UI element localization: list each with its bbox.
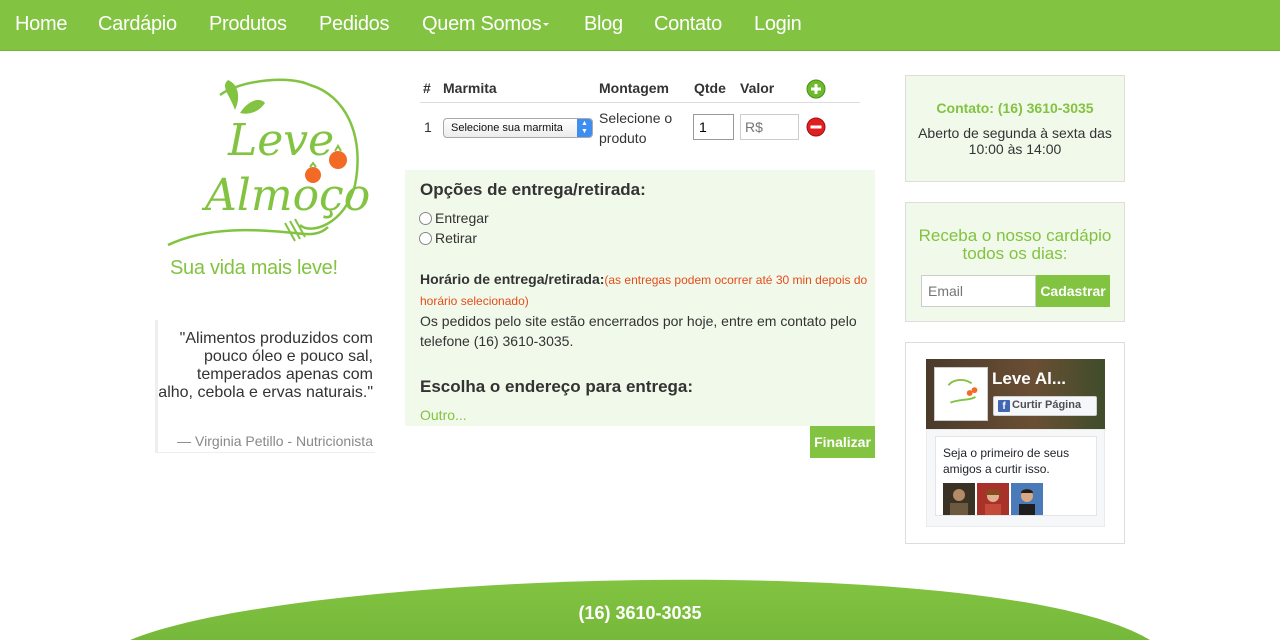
nav-quem-somos[interactable]: Quem Somos bbox=[422, 13, 550, 36]
nutritionist-quote: "Alimentos produzidos com pouco óleo e p… bbox=[155, 320, 375, 453]
facebook-like-label: Curtir Página bbox=[1012, 399, 1082, 411]
opening-hours: Aberto de segunda à sexta das 10:00 às 1… bbox=[918, 125, 1112, 157]
footer-wave bbox=[130, 579, 1150, 640]
facebook-cover[interactable]: Leve Al... f Curtir Página bbox=[926, 359, 1105, 429]
radio-entregar[interactable]: Entregar bbox=[419, 210, 489, 226]
newsletter-title: Receba o nosso cardápio todos os dias: bbox=[918, 226, 1112, 263]
nav-login[interactable]: Login bbox=[754, 13, 802, 36]
nav-produtos[interactable]: Produtos bbox=[209, 13, 287, 36]
col-header-montagem: Montagem bbox=[599, 80, 669, 96]
select-arrows-icon: ▲ ▼ bbox=[577, 119, 592, 137]
marmita-select[interactable]: Selecione sua marmita ▲ ▼ bbox=[443, 118, 593, 138]
nav-blog[interactable]: Blog bbox=[584, 13, 623, 36]
col-header-num: # bbox=[423, 80, 431, 96]
table-header-divider bbox=[420, 102, 860, 103]
facebook-friends-card: Seja o primeiro de seus amigos a curtir … bbox=[935, 436, 1097, 516]
marmita-select-value: Selecione sua marmita bbox=[451, 122, 563, 134]
email-input[interactable] bbox=[921, 275, 1036, 307]
quantity-input[interactable] bbox=[693, 114, 734, 140]
delivery-options-title: Opções de entrega/retirada: bbox=[420, 180, 646, 199]
orders-closed-message: Os pedidos pelo site estão encerrados po… bbox=[420, 313, 857, 349]
radio-button[interactable] bbox=[419, 212, 432, 225]
subscribe-button[interactable]: Cadastrar bbox=[1036, 275, 1110, 307]
contact-box: Contato: (16) 3610-3035 Aberto de segund… bbox=[905, 75, 1125, 182]
facebook-page-thumbnail[interactable] bbox=[934, 367, 988, 421]
row-number: 1 bbox=[424, 119, 432, 135]
schedule-label: Horário de entrega/retirada: bbox=[420, 271, 605, 287]
facebook-like-button[interactable]: f Curtir Página bbox=[993, 396, 1097, 416]
nav-cardapio[interactable]: Cardápio bbox=[98, 13, 177, 36]
quote-text: "Alimentos produzidos com pouco óleo e p… bbox=[158, 330, 373, 401]
friend-avatar[interactable] bbox=[1011, 483, 1043, 515]
newsletter-box: Receba o nosso cardápio todos os dias: C… bbox=[905, 202, 1125, 322]
logo-text-almoco: Almoço bbox=[201, 170, 370, 221]
facebook-friends-area: Seja o primeiro de seus amigos a curtir … bbox=[926, 429, 1105, 527]
facebook-friends-text: Seja o primeiro de seus amigos a curtir … bbox=[943, 446, 1070, 476]
col-header-marmita: Marmita bbox=[443, 80, 497, 96]
facebook-icon: f bbox=[998, 400, 1010, 412]
tagline: Sua vida mais leve! bbox=[170, 257, 338, 279]
remove-row-icon[interactable] bbox=[806, 117, 826, 137]
col-header-valor: Valor bbox=[740, 80, 775, 96]
facebook-widget: Leve Al... f Curtir Página Seja o primeir… bbox=[905, 342, 1125, 544]
radio-entregar-label: Entregar bbox=[435, 210, 489, 226]
finalize-button[interactable]: Finalizar bbox=[810, 426, 875, 458]
value-input[interactable] bbox=[740, 114, 799, 140]
add-row-icon[interactable] bbox=[806, 79, 826, 99]
nav-contato[interactable]: Contato bbox=[654, 13, 722, 36]
friend-avatar[interactable] bbox=[977, 483, 1009, 515]
caret-down-icon bbox=[543, 23, 550, 27]
radio-button[interactable] bbox=[419, 232, 432, 245]
schedule-section: Horário de entrega/retirada:(as entregas… bbox=[420, 269, 870, 351]
nav-quem-somos-label: Quem Somos bbox=[422, 13, 542, 35]
footer-phone: (16) 3610-3035 bbox=[578, 603, 702, 623]
top-navbar: Home Cardápio Produtos Pedidos Quem Somo… bbox=[0, 0, 1280, 51]
facebook-page-name[interactable]: Leve Al... bbox=[992, 369, 1066, 389]
other-address-link[interactable]: Outro... bbox=[420, 407, 467, 423]
montagem-value: Selecione o produto bbox=[599, 110, 673, 146]
friend-avatar[interactable] bbox=[943, 483, 975, 515]
radio-retirar-label: Retirar bbox=[435, 230, 478, 246]
quote-author: — Virginia Petillo - Nutricionista bbox=[177, 433, 373, 449]
col-header-qtde: Qtde bbox=[694, 80, 726, 96]
contact-phone-title: Contato: (16) 3610-3035 bbox=[936, 100, 1094, 116]
radio-retirar[interactable]: Retirar bbox=[419, 230, 477, 246]
nav-home[interactable]: Home bbox=[15, 13, 67, 36]
address-title: Escolha o endereço para entrega: bbox=[420, 377, 694, 396]
nav-pedidos[interactable]: Pedidos bbox=[319, 13, 389, 36]
logo-text-leve: Leve bbox=[227, 115, 334, 166]
